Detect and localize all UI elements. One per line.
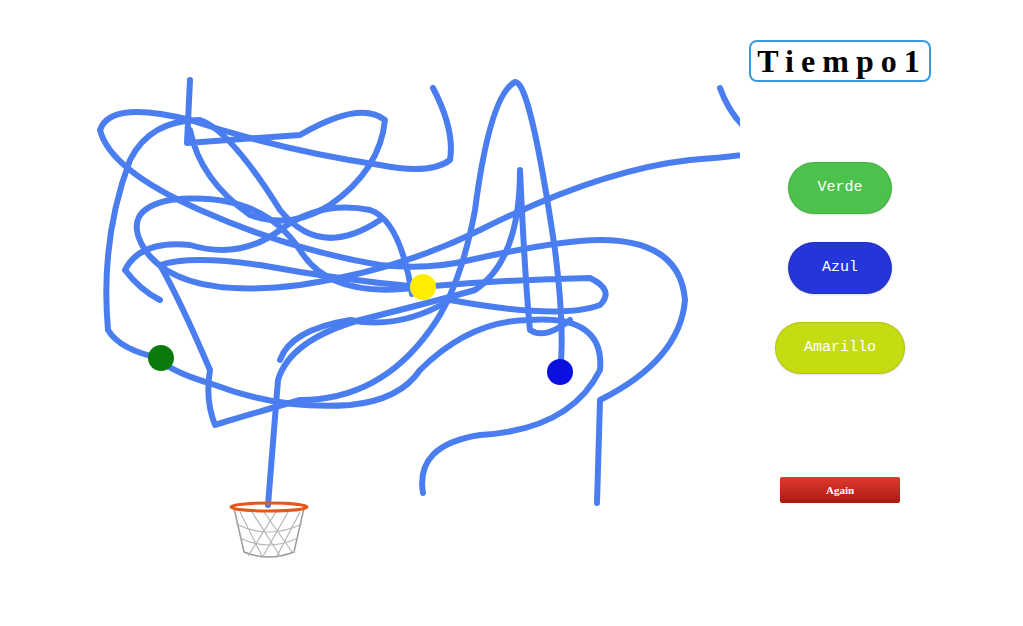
again-button[interactable]: Again [780,477,900,503]
answer-button[interactable]: Verde [788,162,892,214]
timer-label: Tiempo1 [749,40,931,82]
colored-ball [148,345,174,371]
tangled-lines-drawing [0,0,740,626]
answer-button[interactable]: Amarillo [775,322,905,374]
colored-ball [547,359,573,385]
tangled-line [125,208,412,301]
tangled-line [100,88,685,503]
side-panel: Tiempo1 Verde Azul Amarillo Again [740,0,940,626]
answer-button[interactable]: Azul [788,242,892,294]
tangled-line [268,170,570,505]
tangled-line [187,80,385,221]
colored-ball [410,274,436,300]
maze-canvas [0,0,740,626]
basketball-hoop-icon [231,503,307,558]
game-screen: Tiempo1 Verde Azul Amarillo Again [0,0,1023,626]
